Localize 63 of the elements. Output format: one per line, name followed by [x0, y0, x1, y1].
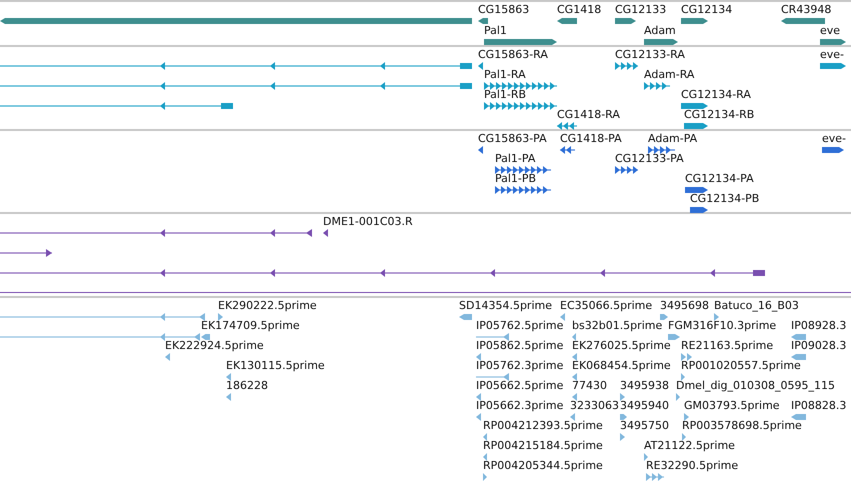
- feature-label: Pal1-PB: [495, 172, 536, 186]
- feature-label: IP05662.5prime: [476, 379, 564, 393]
- feature-label: eve: [820, 24, 840, 38]
- feature-label: CG12134: [681, 3, 732, 17]
- feature-label: 3495938: [620, 379, 669, 393]
- feature-label: 3495940: [620, 399, 669, 413]
- feature-label: RP004212393.5prime: [483, 419, 603, 433]
- feature-label: RP004205344.5prime: [483, 459, 603, 473]
- feature-label: IP05662.3prime: [476, 399, 564, 413]
- feature-label: RP004215184.5prime: [483, 439, 603, 453]
- feature-label: CG1418-RA: [557, 108, 620, 122]
- feature-label: EC35066.5prime: [560, 299, 652, 313]
- feature-label: Adam-PA: [648, 132, 698, 146]
- feature-label: Batuco_16_B03: [714, 299, 799, 313]
- feature-label: CG1418-PA: [560, 132, 622, 146]
- feature-label: CG15863-PA: [478, 132, 547, 146]
- feature-label: 3495750: [620, 419, 669, 433]
- feature-label: Pal1-PA: [495, 152, 536, 166]
- feature-label: EK276025.5prime: [572, 339, 671, 353]
- feature-label: SD14354.5prime: [459, 299, 552, 313]
- feature-label: EK174709.5prime: [201, 319, 300, 333]
- feature-label: CG12134-RB: [684, 108, 754, 122]
- feature-label: CG12134-RA: [681, 88, 751, 102]
- feature-label: Adam: [644, 24, 676, 38]
- feature-label: EK222924.5prime: [165, 339, 264, 353]
- feature-label: CG12134-PA: [685, 172, 754, 186]
- feature-label: FGM316F10.3prime: [668, 319, 776, 333]
- feature-label: IP05762.5prime: [476, 319, 564, 333]
- feature-label: EK068454.5prime: [572, 359, 671, 373]
- feature-label: Pal1: [484, 24, 507, 38]
- feature-label: IP09028.3: [791, 339, 846, 353]
- feature-label: RE32290.5prime: [646, 459, 738, 473]
- feature-label: eve-: [820, 48, 844, 62]
- feature-label: EK130115.5prime: [226, 359, 325, 373]
- feature-label: CG15863-RA: [478, 48, 548, 62]
- feature-label: Pal1-RB: [484, 88, 526, 102]
- feature-label: RP001020557.5prime: [681, 359, 801, 373]
- feature-label: IP05762.3prime: [476, 359, 564, 373]
- feature-label: IP05862.5prime: [476, 339, 564, 353]
- feature-label: Dmel_dig_010308_0595_115: [676, 379, 836, 393]
- feature-label: CG15863: [478, 3, 530, 17]
- feature-label: RP003578698.5prime: [682, 419, 802, 433]
- feature-label: 3233063: [570, 399, 619, 413]
- feature-label: CG12134-PB: [690, 192, 760, 206]
- feature-label: Adam-RA: [644, 68, 694, 82]
- feature-label: EK290222.5prime: [218, 299, 317, 313]
- feature-label: GM03793.5prime: [684, 399, 780, 413]
- feature-label: CR43948: [781, 3, 832, 17]
- feature-label: 3495698: [660, 299, 709, 313]
- feature-label: AT21122.5prime: [644, 439, 735, 453]
- feature-label: IP08928.3: [791, 319, 846, 333]
- feature-label: DME1-001C03.R: [323, 215, 413, 229]
- feature-label: CG12133: [615, 3, 666, 17]
- feature-label: 77430: [572, 379, 607, 393]
- feature-label: Pal1-RA: [484, 68, 526, 82]
- feature-label: eve-: [822, 132, 846, 146]
- feature-label: bs32b01.5prime: [572, 319, 662, 333]
- feature-label: 186228: [226, 379, 268, 393]
- feature-label: RE21163.5prime: [681, 339, 774, 353]
- feature-label: CG1418: [557, 3, 602, 17]
- feature-label: CG12133-PA: [615, 152, 684, 166]
- feature-label: CG12133-RA: [615, 48, 685, 62]
- feature-label: IP08828.3: [791, 399, 846, 413]
